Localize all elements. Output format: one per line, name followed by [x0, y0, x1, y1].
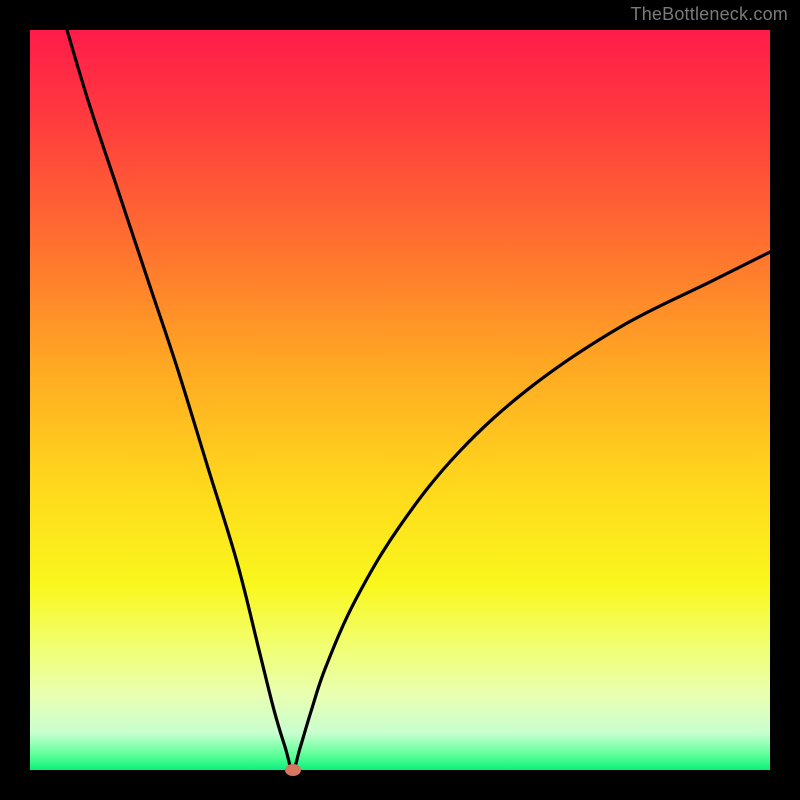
minimum-marker [285, 764, 301, 776]
plot-area [30, 30, 770, 770]
bottleneck-curve [67, 30, 770, 770]
chart-frame: TheBottleneck.com [0, 0, 800, 800]
watermark-text: TheBottleneck.com [631, 4, 788, 25]
chart-svg [30, 30, 770, 770]
